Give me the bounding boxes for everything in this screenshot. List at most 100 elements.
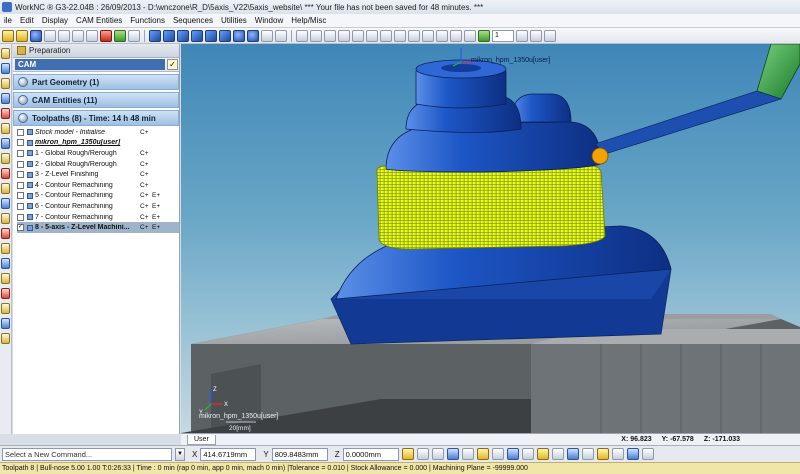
toolpath-checkbox[interactable] [17,181,24,189]
snap-plane-icon[interactable] [611,448,624,460]
toolpath-checkbox[interactable] [17,149,24,157]
pan-icon[interactable] [352,29,364,42]
wireframe-icon[interactable] [247,29,259,42]
toolpath-checkbox[interactable]: ✓ [17,224,24,232]
machine-icon[interactable] [1,138,10,149]
snap-mid-icon[interactable] [431,448,444,460]
view-iso-icon[interactable] [149,29,161,42]
mark-icon[interactable] [114,29,126,42]
zoom-window-icon[interactable] [324,29,336,42]
toolpath-row[interactable]: 3 - Z-Level Finishing C+ [17,169,179,180]
snap-curve-icon[interactable] [506,448,519,460]
zoom-out-icon[interactable] [310,29,322,42]
section-part-geometry[interactable]: Part Geometry (1) [13,74,179,90]
shaded-icon[interactable] [233,29,245,42]
snap-point-icon[interactable] [401,448,414,460]
surfaces-icon[interactable] [1,213,10,224]
toolpath-checkbox[interactable] [17,139,24,147]
snap-grid-icon[interactable] [476,448,489,460]
layer-up-icon[interactable] [516,29,528,42]
macro-icon[interactable] [1,318,10,329]
shortcuts-icon[interactable] [1,303,10,314]
export-icon[interactable] [1,273,10,284]
analysis-icon[interactable] [1,243,10,254]
coord-y-field[interactable]: 809.8483mm [271,447,328,461]
delete-icon[interactable] [100,29,112,42]
menu-window[interactable]: Window [251,16,287,25]
toolpath-checkbox[interactable] [17,202,24,210]
color-icon[interactable] [478,29,490,42]
toolpath-checkbox[interactable] [17,128,24,136]
view-bottom-icon[interactable] [219,29,231,42]
snap-toggle-icon[interactable] [641,448,654,460]
redo-icon[interactable] [72,29,84,42]
dynamic-view-icon[interactable] [380,29,392,42]
options-icon[interactable] [1,258,10,269]
section-cam-entities[interactable]: CAM Entities (11) [13,92,179,108]
toolpath-row[interactable]: 6 - Contour Remachining C+ E+ [17,201,179,212]
cam-check-icon[interactable]: ✓ [167,59,178,70]
measure-icon[interactable] [128,29,140,42]
open-file-icon[interactable] [16,29,28,42]
simulation-icon[interactable] [1,123,10,134]
preparation-icon[interactable] [1,48,10,59]
layer-down-icon[interactable] [530,29,542,42]
menu-utilities[interactable]: Utilities [217,16,251,25]
snap-end-icon[interactable] [416,448,429,460]
menu-edit[interactable]: Edit [16,16,38,25]
layer-icon[interactable] [394,29,406,42]
snap-perpendicular-icon[interactable] [536,448,549,460]
pick-icon[interactable] [422,29,434,42]
snap-nearest-icon[interactable] [551,448,564,460]
view-side-icon[interactable] [191,29,203,42]
cut-icon[interactable] [86,29,98,42]
snap-surface-icon[interactable] [491,448,504,460]
toolpath-row[interactable]: 1 - Global Rough/Rerough C+ [17,148,179,159]
new-file-icon[interactable] [2,29,14,42]
toolpath-row[interactable]: 4 - Contour Remachining C+ [17,180,179,191]
menu-sequences[interactable]: Sequences [169,16,217,25]
layer-manage-icon[interactable] [544,29,556,42]
snap-icon[interactable] [450,29,462,42]
zoom-in-icon[interactable] [296,29,308,42]
snap-vertex-icon[interactable] [596,448,609,460]
print-icon[interactable] [44,29,56,42]
geometry-icon[interactable] [1,63,10,74]
save-icon[interactable] [30,29,42,42]
settings-icon[interactable] [1,288,10,299]
toolpath-row[interactable]: Stock model - Initialise C+ [17,127,179,138]
view-front-icon[interactable] [177,29,189,42]
menu-functions[interactable]: Functions [126,16,169,25]
section-toolpaths[interactable]: Toolpaths (8) - Time: 14 h 48 min [13,110,179,126]
toolpath-checkbox[interactable] [17,213,24,221]
zoom-fit-icon[interactable] [338,29,350,42]
machine-row[interactable]: mikron_hpm_1350u[user] [17,138,179,149]
curves-icon[interactable] [1,198,10,209]
report-icon[interactable] [1,168,10,179]
measure-distance-icon[interactable] [464,29,476,42]
command-dropdown-icon[interactable]: ▼ [175,447,185,461]
layer-select[interactable]: 1 [492,29,514,42]
postprocessor-icon[interactable] [1,153,10,164]
menu-help[interactable]: Help/Misc [287,16,330,25]
tool-icon[interactable] [1,93,10,104]
toolpath-checkbox[interactable] [17,160,24,168]
snap-origin-icon[interactable] [581,448,594,460]
toolpath-row[interactable]: 5 - Contour Remachining C+ E+ [17,191,179,202]
toolpath-checkbox[interactable] [17,171,24,179]
toolpath-row[interactable]: ✓ 8 - 5-axis - Z-Level Machini... C+ E+ [17,222,179,233]
workzone-icon[interactable] [1,183,10,194]
filter-icon[interactable] [408,29,420,42]
help-icon[interactable] [1,333,10,344]
toolpath-row[interactable]: 2 - Global Rough/Rerough C+ [17,159,179,170]
toolpath-icon[interactable] [1,78,10,89]
hidden-line-icon[interactable] [261,29,273,42]
snap-center-icon[interactable] [446,448,459,460]
undo-icon[interactable] [58,29,70,42]
grid-icon[interactable] [436,29,448,42]
view-back-icon[interactable] [205,29,217,42]
coord-x-field[interactable]: 414.6719mm [200,447,257,461]
toolpath-row[interactable]: 7 - Contour Remachining C+ E+ [17,212,179,223]
cam-selector[interactable]: CAM [15,59,165,70]
3d-viewport[interactable]: mikron_hpm_1350u[user] Z X Y mikron_hpm_… [181,44,800,433]
